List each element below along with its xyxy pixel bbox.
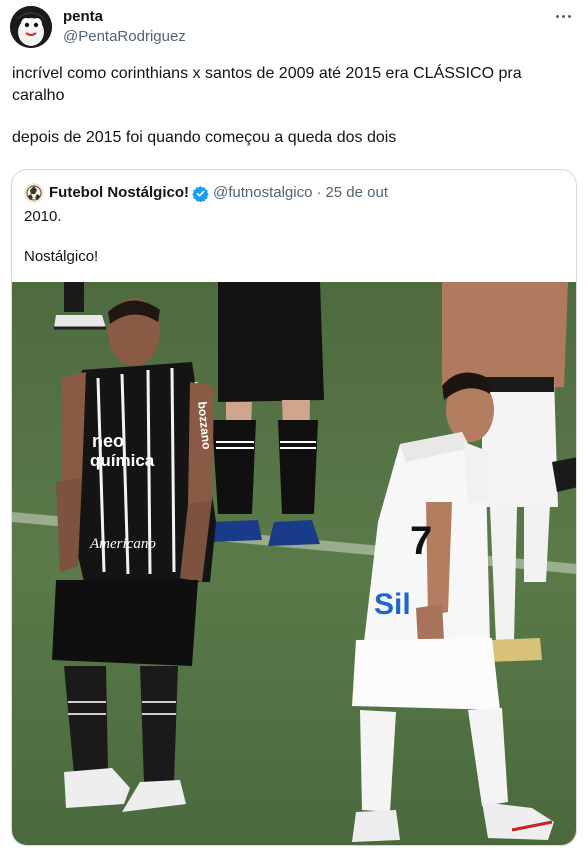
quoted-tweet-photo[interactable]: neo química Americano bozzano 7 Sil	[12, 282, 577, 846]
more-horizontal-icon	[555, 14, 559, 18]
left-shirt-text2: química	[90, 451, 155, 470]
tweet-text-line2: depois de 2015 foi quando começou a qued…	[12, 129, 397, 146]
quoted-text-line2: Nostálgico!	[24, 248, 99, 265]
quoted-author-display-name[interactable]: Futebol Nostálgico!	[49, 184, 189, 202]
quoted-text-line1: 2010.	[24, 208, 62, 225]
tweet-text-line1: incrível como corinthians x santos de 20…	[12, 65, 522, 104]
verified-badge-icon	[192, 185, 209, 202]
author-avatar[interactable]	[10, 6, 52, 48]
right-shirt-text: Sil	[374, 588, 411, 621]
quoted-tweet-card[interactable]: Futebol Nostálgico! @futnostalgico · 25 …	[11, 169, 577, 846]
quoted-tweet-header: Futebol Nostálgico! @futnostalgico · 25 …	[24, 183, 388, 203]
more-options-button[interactable]	[552, 6, 574, 26]
quoted-tweet-text: 2010. Nostálgico!	[24, 207, 98, 267]
left-shirt-text3: Americano	[89, 536, 156, 552]
right-shirt-number: 7	[410, 519, 432, 563]
author-handle[interactable]: @PentaRodriguez	[63, 28, 186, 46]
tweet-text: incrível como corinthians x santos de 20…	[12, 63, 578, 149]
left-shirt-text1: neo	[92, 431, 124, 451]
header-separator: ·	[316, 184, 322, 201]
quoted-tweet-date[interactable]: 25 de out	[325, 184, 388, 202]
quoted-author-avatar[interactable]	[24, 183, 44, 203]
author-display-name[interactable]: penta	[63, 8, 103, 26]
quoted-author-handle[interactable]: @futnostalgico	[213, 184, 312, 202]
